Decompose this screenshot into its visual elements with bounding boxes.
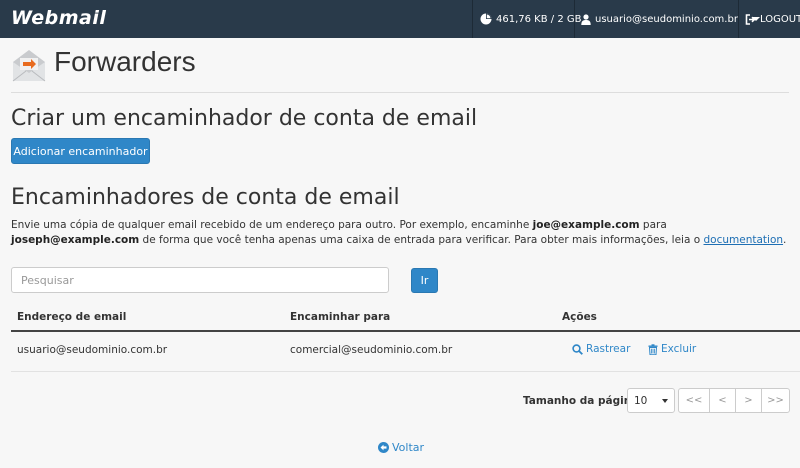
- column-header-actions: Ações: [562, 311, 597, 323]
- top-bar: Webmail 461,76 KB / 2 GB usuario@seudomi…: [0, 0, 800, 38]
- desc-text: Envie uma cópia de qualquer email recebi…: [11, 219, 533, 231]
- forwarder-address: usuario@seudominio.com.br: [17, 344, 168, 356]
- topbar-separator: [574, 0, 575, 38]
- topbar-separator: [472, 0, 473, 38]
- pagination-controls: << < > >>: [678, 388, 790, 413]
- pie-chart-icon: [480, 13, 492, 25]
- user-icon: [581, 13, 591, 25]
- trace-label: Rastrear: [586, 343, 631, 355]
- forwarder-envelope-icon: [12, 50, 46, 82]
- prev-page-button[interactable]: <: [709, 389, 735, 412]
- search-icon: [572, 343, 583, 355]
- user-menu[interactable]: usuario@seudominio.com.br: [581, 0, 760, 38]
- search-go-button[interactable]: Ir: [411, 268, 438, 293]
- user-email: usuario@seudominio.com.br: [595, 13, 738, 25]
- table-row-divider: [11, 371, 800, 372]
- create-forwarder-heading: Criar um encaminhador de conta de email: [11, 106, 478, 131]
- desc-text: de forma que você tenha apenas uma caixa…: [139, 234, 704, 246]
- desc-text: para: [639, 219, 667, 231]
- arrow-circle-left-icon: [378, 442, 389, 453]
- page-size-select[interactable]: 10: [627, 388, 675, 413]
- documentation-link[interactable]: documentation: [704, 234, 784, 246]
- column-header-forward-to[interactable]: Encaminhar para: [290, 311, 390, 323]
- page-size-label: Tamanho da página: [523, 395, 639, 407]
- forwarders-description: Envie uma cópia de qualquer email recebi…: [11, 218, 791, 248]
- disk-usage[interactable]: 461,76 KB / 2 GB: [480, 0, 581, 38]
- first-page-button[interactable]: <<: [679, 389, 709, 412]
- header-divider: [11, 92, 789, 93]
- forwarders-heading: Encaminhadores de conta de email: [11, 185, 400, 210]
- trash-icon: [648, 343, 658, 355]
- desc-example-email: joseph@example.com: [11, 234, 140, 246]
- back-label: Voltar: [392, 441, 425, 454]
- desc-example-email: joe@example.com: [532, 219, 640, 231]
- last-page-button[interactable]: >>: [761, 389, 789, 412]
- webmail-logo[interactable]: Webmail: [11, 7, 106, 29]
- column-header-address[interactable]: Endereço de email: [17, 311, 126, 323]
- delete-button[interactable]: Excluir: [648, 343, 696, 355]
- sign-out-icon: [745, 13, 756, 25]
- topbar-separator: [738, 0, 739, 38]
- disk-usage-text: 461,76 KB / 2 GB: [496, 13, 582, 25]
- chevron-down-icon: [662, 399, 668, 403]
- search-input[interactable]: [11, 267, 389, 293]
- logout-label: LOGOUT: [760, 13, 800, 25]
- page-size-value: 10: [634, 394, 648, 407]
- back-link[interactable]: Voltar: [378, 441, 424, 454]
- desc-text: .: [783, 234, 787, 246]
- page-title: Forwarders: [54, 46, 196, 77]
- table-header-divider: [11, 330, 800, 332]
- trace-button[interactable]: Rastrear: [572, 343, 630, 355]
- add-forwarder-button[interactable]: Adicionar encaminhador: [11, 138, 150, 164]
- forwarder-destination: comercial@seudominio.com.br: [290, 344, 453, 356]
- next-page-button[interactable]: >: [735, 389, 761, 412]
- logout-button[interactable]: LOGOUT: [745, 0, 800, 38]
- delete-label: Excluir: [661, 343, 697, 355]
